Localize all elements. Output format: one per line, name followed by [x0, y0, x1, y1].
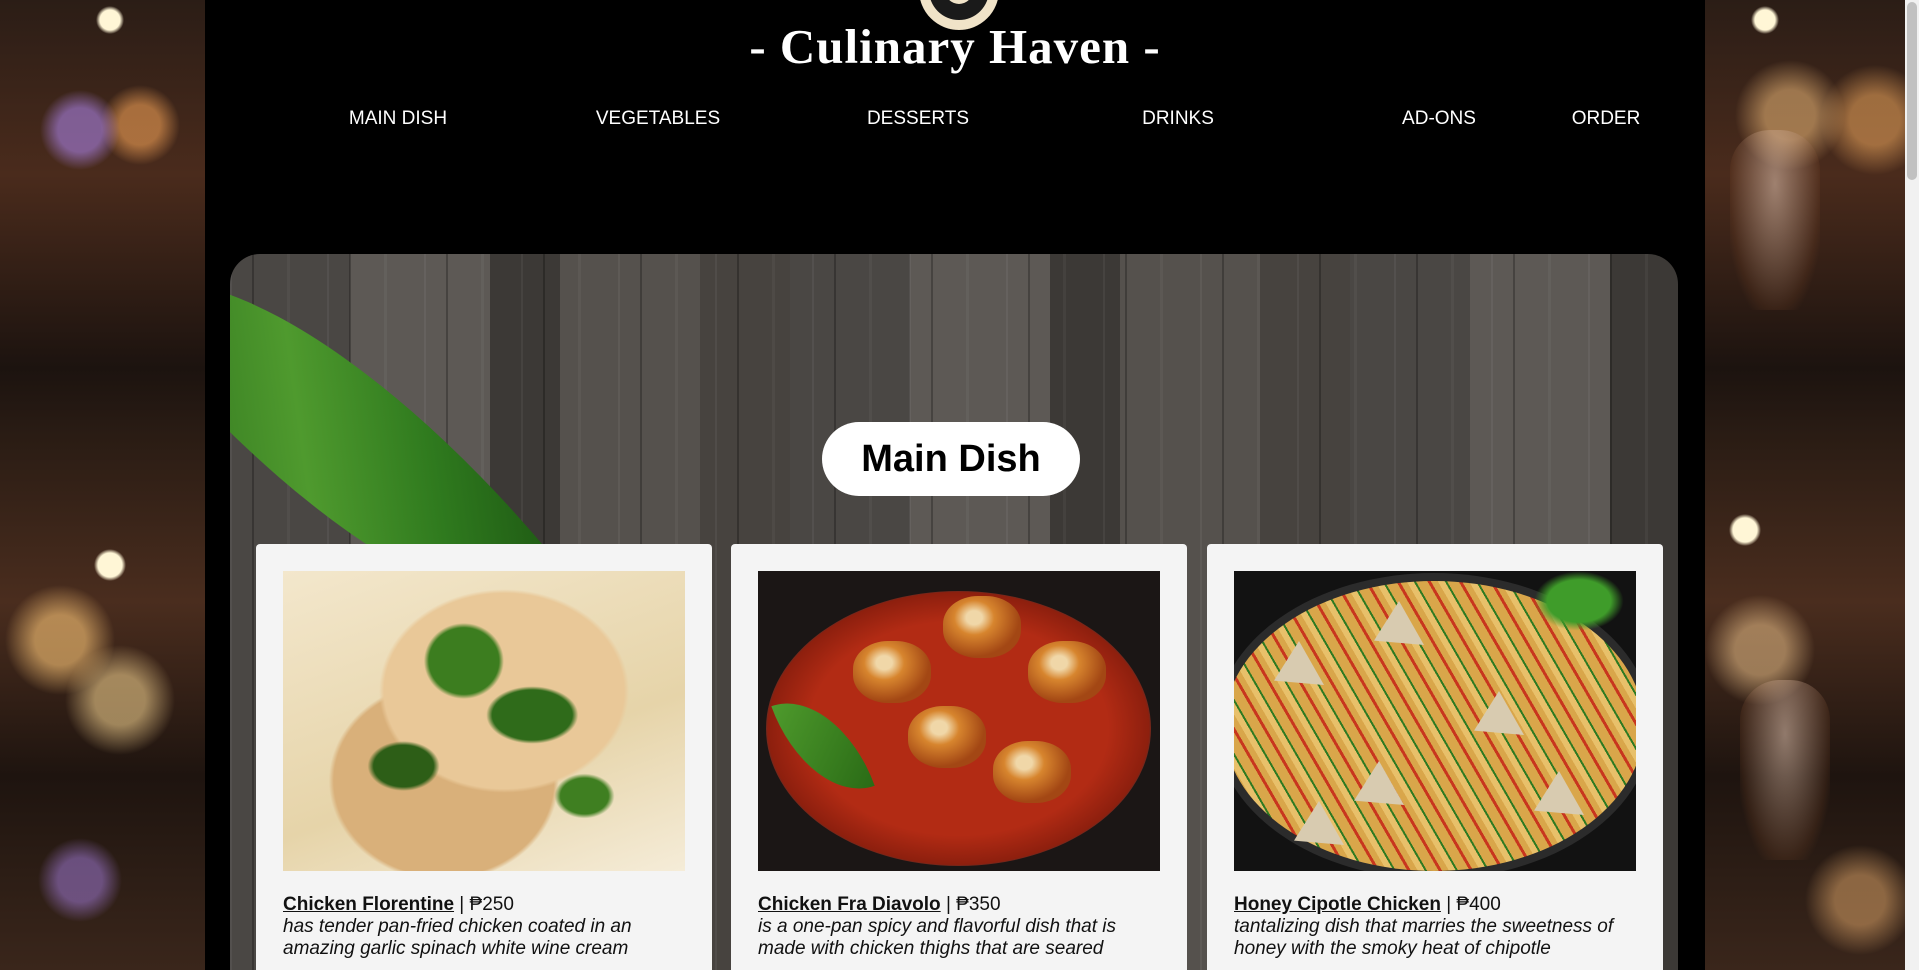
site-title: - Culinary Haven -	[749, 19, 1161, 74]
price-separator: |	[940, 894, 957, 915]
dish-card[interactable]: Chicken Fra Diavolo | ₱350 is a one-pan …	[731, 544, 1187, 970]
dish-price: ₱350	[956, 894, 1001, 915]
dish-price: ₱250	[469, 894, 514, 915]
main-nav: MAIN DISH VEGETABLES DESSERTS DRINKS AD-…	[205, 108, 1705, 138]
dish-description: is a one-pan spicy and flavorful dish th…	[758, 916, 1117, 959]
cilantro-garnish	[1534, 571, 1624, 631]
chicken-piece	[1028, 641, 1106, 703]
chicken-fra-diavolo-photo	[758, 571, 1160, 871]
nav-vegetables[interactable]: VEGETABLES	[596, 108, 720, 130]
dish-description: has tender pan-fried chicken coated in a…	[283, 916, 632, 959]
dish-info: Honey Cipotle Chicken | ₱400 tantalizing…	[1234, 894, 1644, 960]
dish-image	[1234, 571, 1636, 871]
nav-drinks[interactable]: DRINKS	[1142, 108, 1214, 130]
dish-name[interactable]: Chicken Fra Diavolo	[758, 894, 941, 915]
chicken-piece	[993, 741, 1071, 803]
nav-order[interactable]: ORDER	[1572, 108, 1641, 130]
chicken-piece	[943, 596, 1021, 658]
nav-ad-ons[interactable]: AD-ONS	[1402, 108, 1476, 130]
dish-info: Chicken Florentine | ₱250 has tender pan…	[283, 894, 693, 960]
honey-cipotle-chicken-photo	[1234, 571, 1636, 871]
chicken-piece	[908, 706, 986, 768]
price-separator: |	[1440, 894, 1457, 915]
dish-info: Chicken Fra Diavolo | ₱350 is a one-pan …	[758, 894, 1168, 960]
chicken-piece	[853, 641, 931, 703]
dish-name[interactable]: Chicken Florentine	[283, 894, 454, 915]
nav-desserts[interactable]: DESSERTS	[867, 108, 969, 130]
main-dish-section: Main Dish Chicken Florentine | ₱250 has …	[230, 254, 1678, 970]
background-figure	[1740, 680, 1830, 860]
dish-image	[758, 571, 1160, 871]
background-figure	[1730, 130, 1820, 310]
price-separator: |	[454, 894, 470, 915]
dish-card[interactable]: Honey Cipotle Chicken | ₱400 tantalizing…	[1207, 544, 1663, 970]
chicken-florentine-photo	[283, 571, 685, 871]
dish-price: ₱400	[1456, 894, 1501, 915]
dish-image	[283, 571, 685, 871]
section-title: Main Dish	[822, 422, 1080, 496]
dish-card[interactable]: Chicken Florentine | ₱250 has tender pan…	[256, 544, 712, 970]
dish-description: tantalizing dish that marries the sweetn…	[1234, 916, 1614, 959]
nav-main-dish[interactable]: MAIN DISH	[349, 108, 447, 130]
main-container: - Culinary Haven - MAIN DISH VEGETABLES …	[205, 0, 1705, 970]
dish-name[interactable]: Honey Cipotle Chicken	[1234, 894, 1441, 915]
scrollbar-thumb[interactable]	[1907, 2, 1917, 180]
page-scrollbar[interactable]	[1905, 0, 1919, 970]
